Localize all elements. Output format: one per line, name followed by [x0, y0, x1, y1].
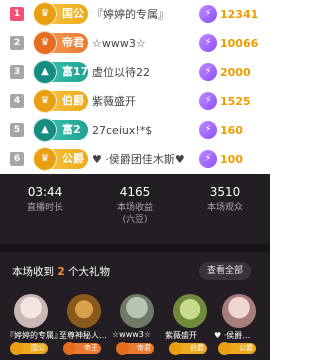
badge-label: 国公	[31, 344, 45, 352]
view-all-button[interactable]: 查看全部	[199, 262, 251, 280]
stat-label: 本场观众	[206, 203, 243, 213]
stat-income: 4165 本场收益 (六豆)	[90, 184, 180, 226]
level-badge: 帝君	[116, 342, 154, 355]
avatar[interactable]	[120, 294, 154, 328]
badge-label: 帝君	[137, 344, 151, 352]
badge-label: 公爵	[62, 152, 84, 165]
score-value: 12341	[220, 8, 259, 21]
up-arrow-icon: ▲	[33, 60, 57, 84]
crown-icon	[116, 342, 129, 355]
user-name[interactable]: 27ceiux!*$	[92, 116, 152, 145]
gift-count: 2	[57, 266, 65, 278]
badge-label: 帝王	[84, 344, 98, 352]
rank-row[interactable]: 3 ▲ 富17 虚位以待22 ⚡ 2000	[0, 58, 270, 87]
score-value: 100	[220, 153, 243, 166]
lightning-icon: ⚡	[199, 34, 217, 52]
gift-sender[interactable]: ☆www3☆ 帝君	[112, 294, 164, 355]
badge-label: 富17	[62, 65, 89, 78]
user-name[interactable]: ♥ ·侯爵团佳木斯♥	[92, 145, 185, 174]
crown-icon: ♛	[33, 89, 57, 113]
lightning-icon: ⚡	[199, 150, 217, 168]
level-badge: ♛ 国公	[33, 2, 88, 26]
crown-icon	[218, 342, 231, 355]
rank-number: 6	[10, 152, 24, 166]
badge-label: 富2	[62, 123, 81, 136]
stat-label: 直播时长	[26, 203, 63, 213]
rank-row[interactable]: 4 ♛ 伯爵 紫薇盛开 ⚡ 1525	[0, 87, 270, 116]
level-badge: 伯爵	[169, 342, 207, 355]
rank-row[interactable]: 6 ♛ 公爵 ♥ ·侯爵团佳木斯♥ ⚡ 100	[0, 145, 270, 174]
sender-name: 『婷婷的专属』	[6, 331, 60, 340]
crown-icon	[169, 342, 182, 355]
gift-title-prefix: 本场收到	[12, 266, 54, 278]
user-name[interactable]: ☆www3☆	[92, 29, 146, 58]
gift-sender[interactable]: 至尊神秘人… 帝王	[59, 294, 111, 355]
user-name[interactable]: 虚位以待22	[92, 58, 150, 87]
rank-number: 4	[10, 94, 24, 108]
gift-sender[interactable]: ♥ ·侯爵… 公爵	[214, 294, 266, 355]
sender-name: ☆www3☆	[112, 330, 152, 339]
level-badge: 国公	[10, 342, 48, 355]
badge-label: 国公	[62, 7, 84, 20]
level-badge: ♛ 帝君	[33, 31, 88, 55]
stat-label: 本场收益	[116, 203, 153, 213]
score-value: 1525	[220, 95, 251, 108]
level-badge: ♛ 公爵	[33, 147, 88, 171]
level-badge: ♛ 伯爵	[33, 89, 88, 113]
sender-name: 至尊神秘人…	[59, 331, 107, 340]
stat-sublabel: (六豆)	[122, 215, 148, 225]
user-name[interactable]: 『婷婷的专属』	[92, 0, 169, 29]
crown-icon: ♛	[33, 2, 57, 26]
crown-icon	[63, 342, 76, 355]
rank-row[interactable]: 5 ▲ 富2 27ceiux!*$ ⚡ 160	[0, 116, 270, 145]
avatar[interactable]	[14, 294, 48, 328]
level-badge: 帝王	[63, 342, 101, 355]
rank-number: 2	[10, 36, 24, 50]
user-name[interactable]: 紫薇盛开	[92, 87, 136, 116]
stat-duration: 03:44 直播时长	[0, 184, 90, 214]
badge-label: 帝君	[62, 36, 84, 49]
lightning-icon: ⚡	[199, 121, 217, 139]
contribution-rank-list: 1 ♛ 国公 『婷婷的专属』 ⚡ 12341 2 ♛ 帝君 ☆www3☆ ⚡ 1…	[0, 0, 270, 174]
score-value: 10066	[220, 37, 259, 50]
stat-value: 3510	[209, 185, 241, 199]
sender-name: 紫薇盛开	[165, 331, 197, 340]
rank-number: 3	[10, 65, 24, 79]
rank-number: 5	[10, 123, 24, 137]
level-badge: ▲ 富2	[33, 118, 88, 142]
up-arrow-icon: ▲	[33, 118, 57, 142]
badge-label: 公爵	[239, 344, 253, 352]
big-gift-title: 本场收到 2 个大礼物	[12, 264, 110, 279]
lightning-icon: ⚡	[199, 5, 217, 23]
rank-number: 1	[10, 7, 24, 21]
avatar[interactable]	[222, 294, 256, 328]
gift-sender[interactable]: 紫薇盛开 伯爵	[165, 294, 217, 355]
section-divider	[0, 244, 270, 252]
badge-label: 伯爵	[62, 94, 84, 107]
gift-sender[interactable]: 『婷婷的专属』 国公	[6, 294, 60, 355]
lightning-icon: ⚡	[199, 63, 217, 81]
rank-row[interactable]: 2 ♛ 帝君 ☆www3☆ ⚡ 10066	[0, 29, 270, 58]
badge-label: 伯爵	[190, 344, 204, 352]
avatar[interactable]	[173, 294, 207, 328]
avatar[interactable]	[67, 294, 101, 328]
crown-icon: ♛	[33, 147, 57, 171]
gift-title-suffix: 个大礼物	[68, 266, 110, 278]
rank-row[interactable]: 1 ♛ 国公 『婷婷的专属』 ⚡ 12341	[0, 0, 270, 29]
stat-audience: 3510 本场观众	[180, 184, 270, 214]
sender-name: ♥ ·侯爵…	[214, 331, 251, 340]
crown-icon	[10, 342, 23, 355]
crown-icon: ♛	[33, 31, 57, 55]
score-value: 160	[220, 124, 243, 137]
stat-value: 03:44	[27, 185, 63, 199]
level-badge: ▲ 富17	[33, 60, 89, 84]
lightning-icon: ⚡	[199, 92, 217, 110]
score-value: 2000	[220, 66, 251, 79]
live-summary-panel: 03:44 直播时长 4165 本场收益 (六豆) 3510 本场观众 本场收到…	[0, 174, 270, 360]
stat-value: 4165	[119, 185, 151, 199]
level-badge: 公爵	[218, 342, 256, 355]
